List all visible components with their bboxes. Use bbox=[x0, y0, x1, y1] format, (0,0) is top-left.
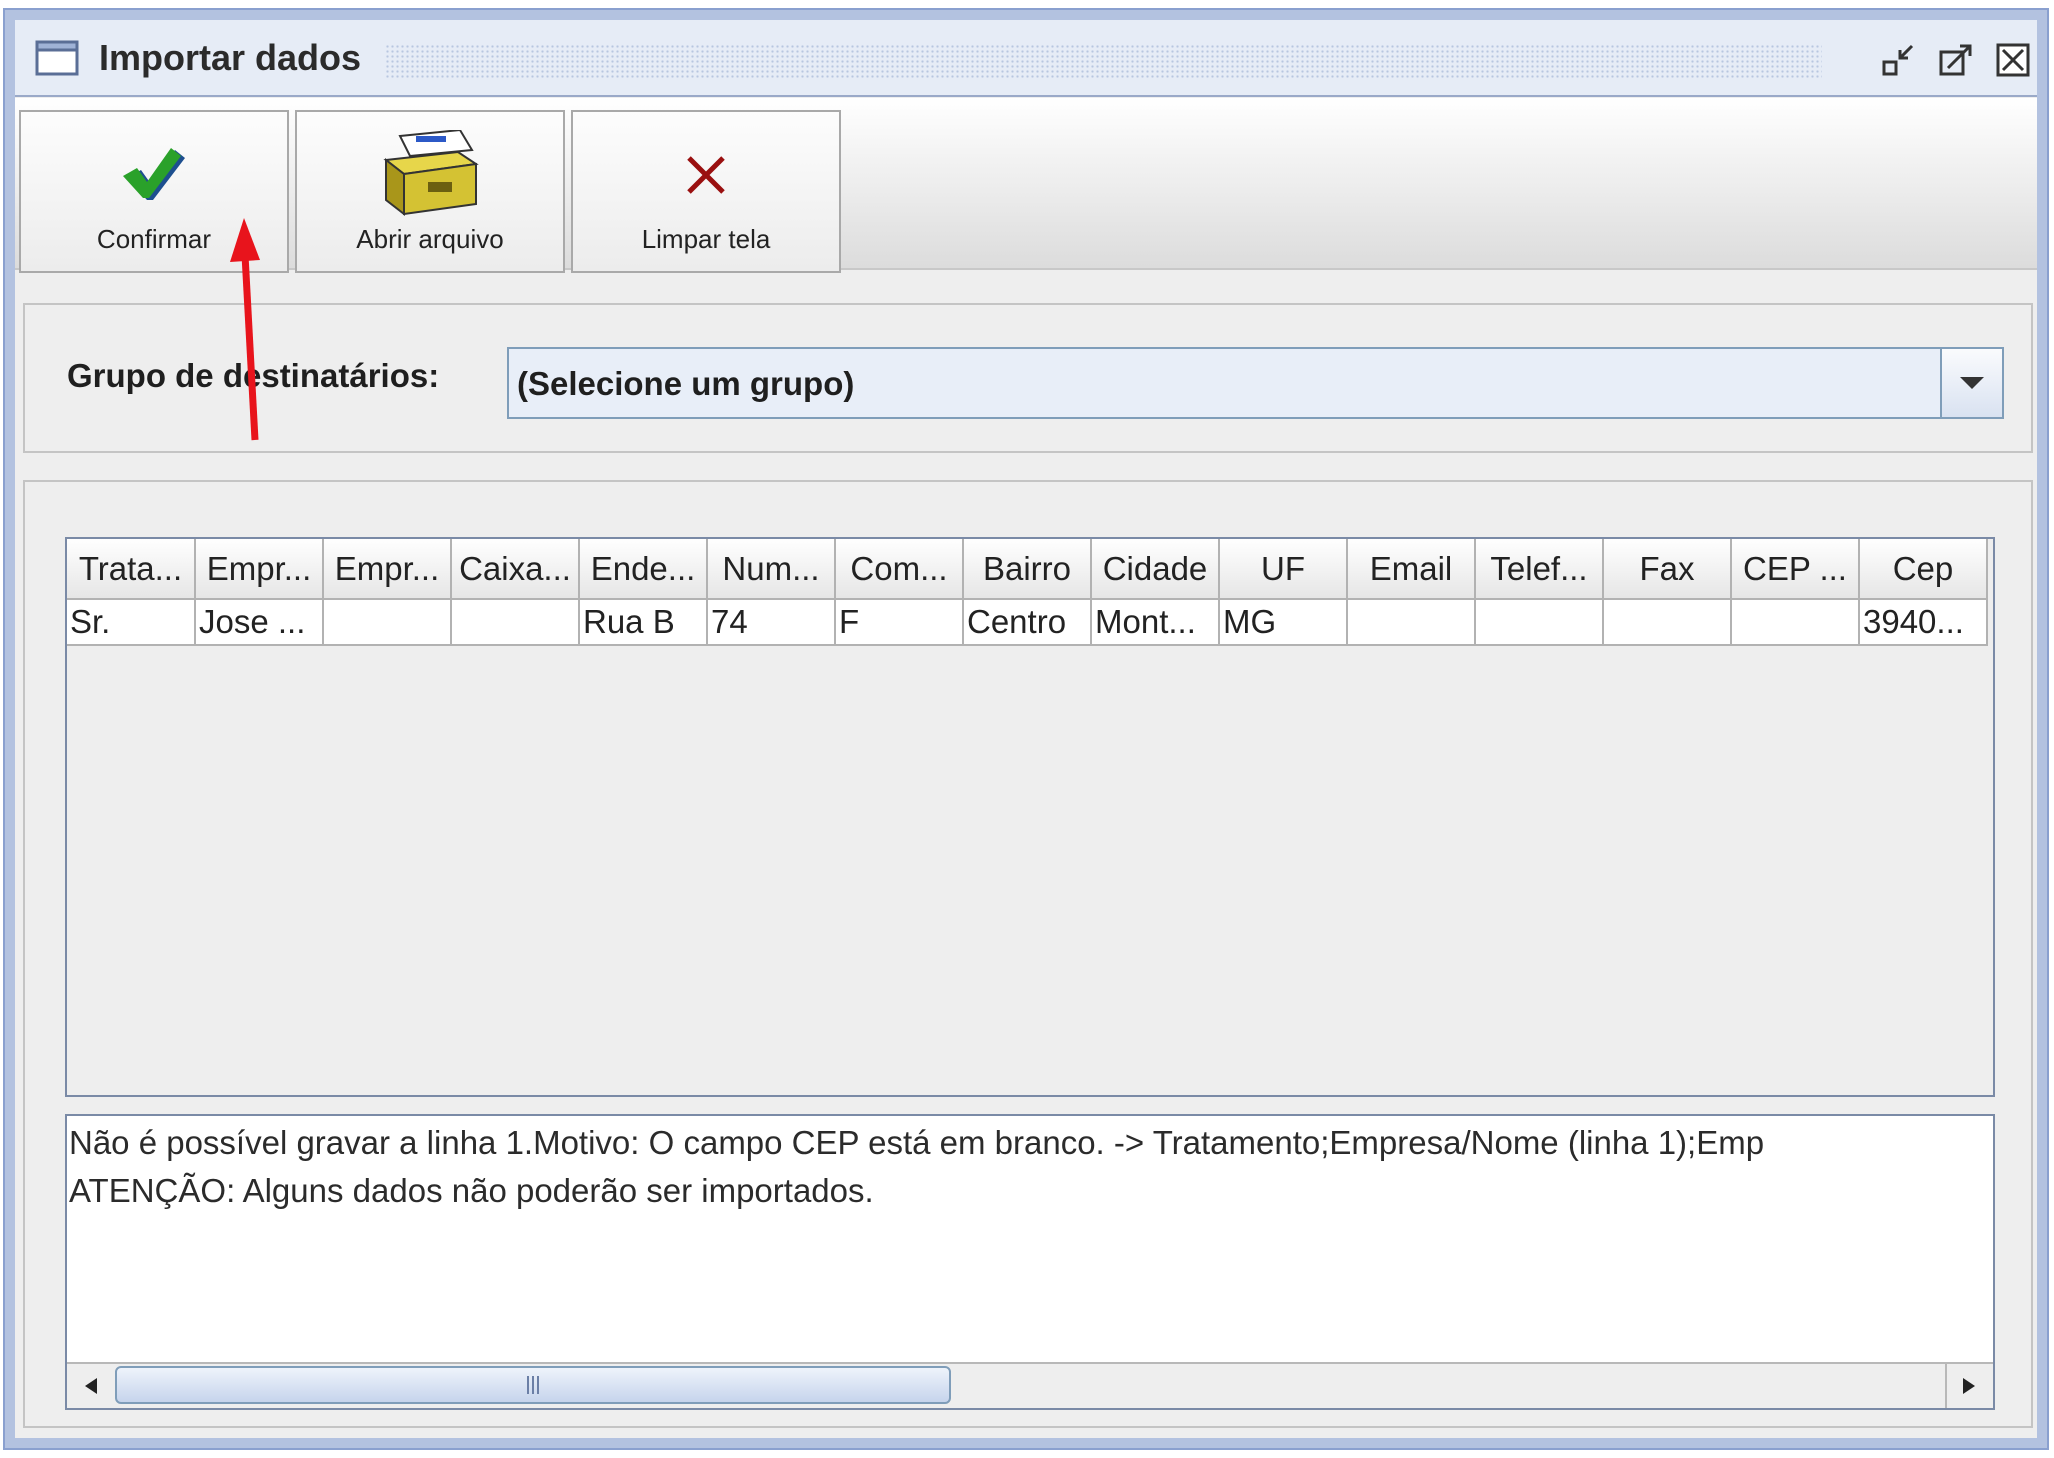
close-button[interactable] bbox=[1992, 40, 2034, 80]
table-cell[interactable] bbox=[1731, 599, 1860, 646]
data-panel: Trata... Empr... Empr... Caixa... Ende..… bbox=[23, 480, 2033, 1428]
recipient-group-panel: Grupo de destinatários: (Selecione um gr… bbox=[23, 303, 2033, 453]
message-line: ATENÇÃO: Alguns dados não poderão ser im… bbox=[69, 1172, 874, 1209]
open-file-label: Abrir arquivo bbox=[356, 224, 504, 254]
recipient-group-value: (Selecione um grupo) bbox=[517, 365, 855, 402]
clear-screen-label: Limpar tela bbox=[641, 224, 771, 254]
table-cell[interactable] bbox=[451, 599, 580, 646]
message-line: Não é possível gravar a linha 1.Motivo: … bbox=[69, 1124, 1765, 1161]
dropdown-button[interactable] bbox=[1940, 349, 2002, 417]
grip-icon bbox=[527, 1376, 539, 1394]
maximize-button[interactable] bbox=[1935, 40, 1977, 80]
scrollbar-thumb[interactable] bbox=[115, 1366, 951, 1404]
data-table: Trata... Empr... Empr... Caixa... Ende..… bbox=[67, 539, 1988, 646]
column-header[interactable]: Telef... bbox=[1475, 539, 1604, 600]
table-cell[interactable]: Centro bbox=[963, 599, 1092, 646]
chevron-down-icon bbox=[1960, 377, 1984, 389]
table-cell[interactable] bbox=[323, 599, 452, 646]
confirm-button[interactable]: Confirmar bbox=[19, 110, 289, 273]
chevron-left-icon bbox=[85, 1378, 97, 1394]
table-cell[interactable]: Sr. bbox=[67, 599, 196, 646]
column-header[interactable]: Empr... bbox=[195, 539, 324, 600]
column-header[interactable]: Caixa... bbox=[451, 539, 580, 600]
data-table-container: Trata... Empr... Empr... Caixa... Ende..… bbox=[65, 537, 1995, 1097]
scroll-right-button[interactable] bbox=[1945, 1364, 1991, 1408]
column-header[interactable]: Bairro bbox=[963, 539, 1092, 600]
column-header[interactable]: Ende... bbox=[579, 539, 708, 600]
table-cell[interactable] bbox=[1347, 599, 1476, 646]
x-icon bbox=[573, 130, 839, 220]
table-cell[interactable]: Mont... bbox=[1091, 599, 1220, 646]
table-cell[interactable] bbox=[1603, 599, 1732, 646]
table-row[interactable]: Sr. Jose ... Rua B 74 F Centro Mont... M… bbox=[67, 599, 1988, 646]
column-header[interactable]: Empr... bbox=[323, 539, 452, 600]
window-title: Importar dados bbox=[99, 37, 362, 78]
minimize-button[interactable] bbox=[1877, 40, 1919, 80]
title-bar-pattern bbox=[385, 44, 1822, 78]
window-icon bbox=[35, 40, 79, 76]
import-messages-area[interactable]: Não é possível gravar a linha 1.Motivo: … bbox=[65, 1114, 1995, 1410]
recipient-group-select[interactable]: (Selecione um grupo) bbox=[507, 347, 2004, 419]
column-header[interactable]: UF bbox=[1219, 539, 1348, 600]
chevron-right-icon bbox=[1963, 1378, 1975, 1394]
column-header[interactable]: Fax bbox=[1603, 539, 1732, 600]
checkmark-icon bbox=[21, 130, 287, 220]
table-cell[interactable]: MG bbox=[1219, 599, 1348, 646]
confirm-label: Confirmar bbox=[96, 224, 212, 254]
title-bar: Importar dados bbox=[15, 20, 2037, 97]
close-icon bbox=[1996, 43, 2030, 77]
table-cell[interactable]: 74 bbox=[707, 599, 836, 646]
table-cell[interactable]: F bbox=[835, 599, 964, 646]
table-header-row: Trata... Empr... Empr... Caixa... Ende..… bbox=[67, 539, 1988, 600]
file-drawer-icon bbox=[297, 130, 563, 220]
recipient-group-label: Grupo de destinatários: bbox=[67, 357, 440, 394]
column-header[interactable]: CEP ... bbox=[1731, 539, 1860, 600]
scroll-left-button[interactable] bbox=[69, 1364, 113, 1408]
table-cell[interactable] bbox=[1475, 599, 1604, 646]
open-file-button[interactable]: Abrir arquivo bbox=[295, 110, 565, 273]
table-cell[interactable]: 3940... bbox=[1859, 599, 1988, 646]
column-header[interactable]: Email bbox=[1347, 539, 1476, 600]
toolbar: Confirmar Abrir arquivo Limpar tela bbox=[15, 98, 2037, 273]
column-header[interactable]: Cidade bbox=[1091, 539, 1220, 600]
column-header[interactable]: Cep bbox=[1859, 539, 1988, 600]
column-header[interactable]: Trata... bbox=[67, 539, 196, 600]
horizontal-scrollbar[interactable] bbox=[67, 1362, 1993, 1408]
column-header[interactable]: Com... bbox=[835, 539, 964, 600]
clear-screen-button[interactable]: Limpar tela bbox=[571, 110, 841, 273]
minimize-icon bbox=[1882, 44, 1914, 76]
column-header[interactable]: Num... bbox=[707, 539, 836, 600]
table-cell[interactable]: Jose ... bbox=[195, 599, 324, 646]
maximize-icon bbox=[1939, 44, 1972, 76]
table-cell[interactable]: Rua B bbox=[579, 599, 708, 646]
import-data-window: Importar dados Confirmar Abrir arquivo L… bbox=[3, 8, 2049, 1450]
